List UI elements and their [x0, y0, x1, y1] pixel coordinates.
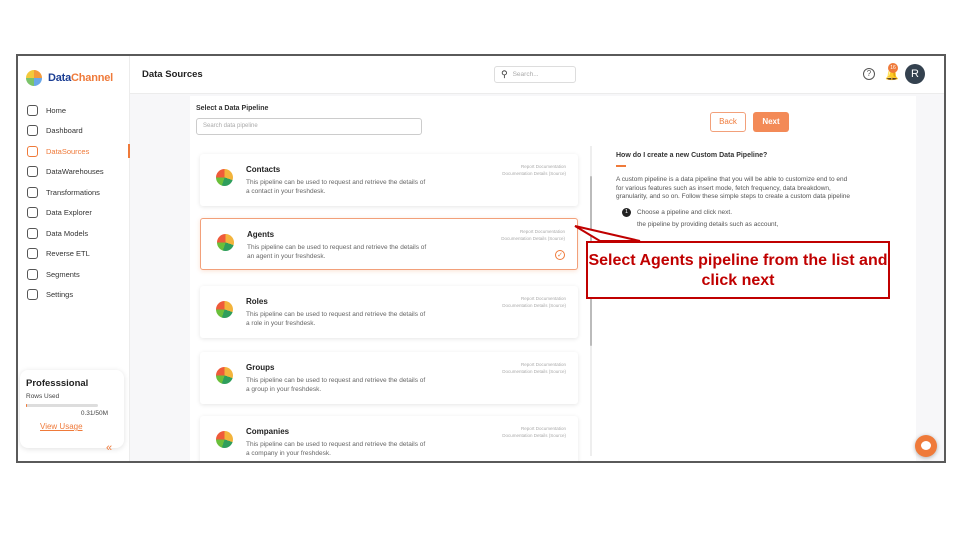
- pipeline-description: This pipeline can be used to request and…: [247, 244, 427, 260]
- usage-bar: [26, 404, 98, 407]
- usage-bar-fill: [26, 404, 27, 407]
- pipeline-search-input[interactable]: Search data pipeline: [196, 118, 422, 135]
- pipeline-links: Report Documentation Documentation Detail…: [502, 361, 566, 375]
- data-models-icon: [27, 227, 38, 239]
- reverse-etl-icon: [27, 248, 38, 260]
- pipeline-description: This pipeline can be used to request and…: [246, 311, 426, 327]
- pipeline-card-roles[interactable]: Roles This pipeline can be used to reque…: [200, 286, 578, 338]
- report-documentation-link[interactable]: Report Documentation: [502, 295, 566, 302]
- sidebar: DataChannel Home Dashboard DataSources D…: [18, 56, 130, 461]
- sidebar-item-data-models[interactable]: Data Models: [18, 223, 130, 244]
- help-body: A custom pipeline is a data pipeline tha…: [616, 176, 851, 200]
- pipeline-description: This pipeline can be used to request and…: [246, 179, 426, 195]
- sidebar-nav: Home Dashboard DataSources DataWarehouse…: [18, 100, 130, 305]
- dashboard-icon: [27, 125, 38, 137]
- pipeline-card-groups[interactable]: Groups This pipeline can be used to requ…: [200, 352, 578, 404]
- pipeline-name: Groups: [246, 363, 275, 372]
- sidebar-item-segments[interactable]: Segments: [18, 264, 130, 285]
- annotation-callout: Select Agents pipeline from the list and…: [586, 241, 890, 299]
- sidebar-item-data-explorer[interactable]: Data Explorer: [18, 203, 130, 224]
- documentation-details-link[interactable]: Documentation Details (Source): [501, 235, 565, 242]
- freshdesk-icon: [217, 234, 234, 251]
- pipeline-card-agents[interactable]: Agents This pipeline can be used to requ…: [200, 218, 578, 270]
- documentation-details-link[interactable]: Documentation Details (Source): [502, 170, 566, 177]
- documentation-details-link[interactable]: Documentation Details (Source): [502, 432, 566, 439]
- sidebar-item-reverse-etl[interactable]: Reverse ETL: [18, 244, 130, 265]
- report-documentation-link[interactable]: Report Documentation: [501, 228, 565, 235]
- freshdesk-icon: [216, 431, 233, 448]
- logo[interactable]: DataChannel: [26, 70, 113, 86]
- documentation-details-link[interactable]: Documentation Details (Source): [502, 368, 566, 375]
- notifications-icon[interactable]: 🔔 16: [885, 63, 899, 81]
- segments-icon: [27, 268, 38, 280]
- freshdesk-icon: [216, 169, 233, 186]
- help-accent-line: [616, 165, 626, 167]
- data-explorer-icon: [27, 207, 38, 219]
- freshdesk-icon: [216, 301, 233, 318]
- sidebar-item-settings[interactable]: Settings: [18, 285, 130, 306]
- transformations-icon: [27, 186, 38, 198]
- pipeline-description: This pipeline can be used to request and…: [246, 441, 426, 457]
- pipeline-links: Report Documentation Documentation Detail…: [501, 228, 565, 242]
- selected-check-icon: ✓: [555, 250, 565, 260]
- plan-name: Professsional: [26, 378, 89, 389]
- report-documentation-link[interactable]: Report Documentation: [502, 163, 566, 170]
- pipeline-name: Companies: [246, 427, 290, 436]
- datachannel-logo-icon: [26, 70, 42, 86]
- help-icon[interactable]: ?: [863, 68, 875, 80]
- next-button[interactable]: Next: [753, 112, 789, 132]
- view-usage-link[interactable]: View Usage: [26, 422, 118, 431]
- pipeline-card-contacts[interactable]: Contacts This pipeline can be used to re…: [200, 154, 578, 206]
- back-button[interactable]: Back: [710, 112, 746, 132]
- help-step-2: the pipeline by providing details such a…: [637, 220, 779, 228]
- report-documentation-link[interactable]: Report Documentation: [502, 425, 566, 432]
- rows-used-label: Rows Used: [26, 393, 60, 400]
- brand-name: DataChannel: [48, 72, 114, 84]
- pipeline-links: Report Documentation Documentation Detail…: [502, 425, 566, 439]
- pipeline-name: Roles: [246, 297, 268, 306]
- plan-usage-card: Professsional Rows Used 0.31/50M View Us…: [20, 370, 124, 448]
- help-panel: How do I create a new Custom Data Pipeli…: [616, 152, 856, 228]
- global-search-input[interactable]: ⚲ Search...: [494, 66, 576, 83]
- datasources-icon: [27, 145, 38, 157]
- home-icon: [27, 104, 38, 116]
- documentation-details-link[interactable]: Documentation Details (Source): [502, 302, 566, 309]
- avatar[interactable]: R: [905, 64, 925, 84]
- notification-badge: 16: [888, 63, 898, 73]
- settings-icon: [27, 289, 38, 301]
- rows-used-value: 0.31/50M: [80, 410, 108, 417]
- datawarehouses-icon: [27, 166, 38, 178]
- pipeline-name: Agents: [247, 230, 275, 239]
- pipeline-card-companies[interactable]: Companies This pipeline can be used to r…: [200, 416, 578, 461]
- search-icon: ⚲: [501, 69, 508, 79]
- help-question: How do I create a new Custom Data Pipeli…: [616, 152, 768, 159]
- help-step-1: 1 Choose a pipeline and click next.: [616, 207, 856, 217]
- sidebar-item-datasources[interactable]: DataSources: [18, 141, 130, 162]
- collapse-sidebar-icon[interactable]: «: [106, 442, 112, 454]
- select-pipeline-label: Select a Data Pipeline: [196, 105, 269, 112]
- pipeline-description: This pipeline can be used to request and…: [246, 377, 426, 393]
- report-documentation-link[interactable]: Report Documentation: [502, 361, 566, 368]
- sidebar-item-transformations[interactable]: Transformations: [18, 182, 130, 203]
- pipeline-links: Report Documentation Documentation Detail…: [502, 163, 566, 177]
- header: Data Sources ⚲ Search... ? 🔔 16 R: [130, 56, 944, 94]
- page-title: Data Sources: [142, 69, 203, 80]
- pipeline-name: Contacts: [246, 165, 281, 174]
- sidebar-item-dashboard[interactable]: Dashboard: [18, 121, 130, 142]
- pipeline-links: Report Documentation Documentation Detail…: [502, 295, 566, 309]
- sidebar-item-datawarehouses[interactable]: DataWarehouses: [18, 162, 130, 183]
- step-number-badge: 1: [622, 207, 631, 217]
- chat-widget-icon[interactable]: [915, 435, 937, 457]
- freshdesk-icon: [216, 367, 233, 384]
- sidebar-item-home[interactable]: Home: [18, 100, 130, 121]
